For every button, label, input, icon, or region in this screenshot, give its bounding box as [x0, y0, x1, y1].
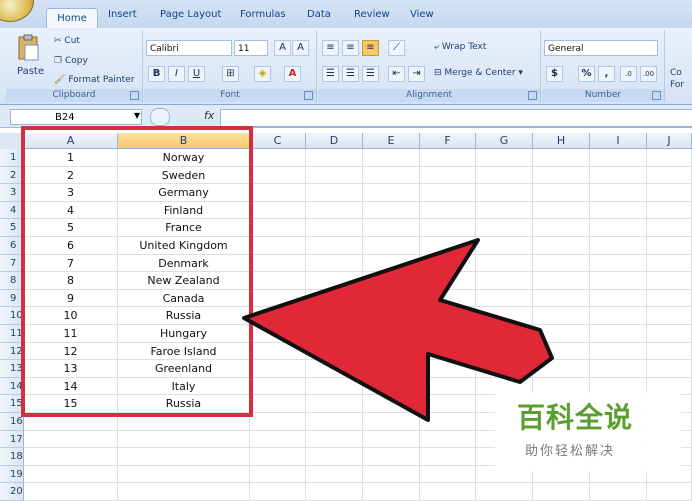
watermark-subtitle: 助你轻松解决	[525, 444, 616, 459]
watermark: 百科全说 助你轻松解决	[495, 392, 681, 472]
watermark-title: 百科全说	[517, 401, 634, 434]
